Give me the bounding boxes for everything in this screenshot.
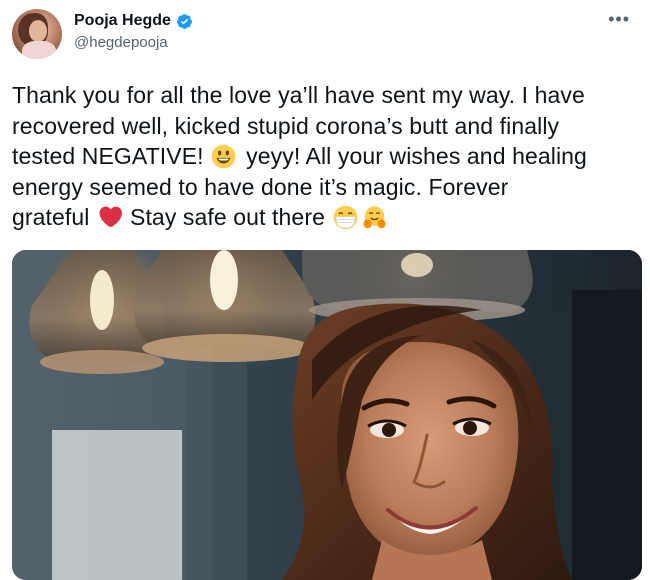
more-options-icon[interactable]: ••• <box>608 10 630 28</box>
author-name-row: Pooja Hegde <box>74 11 193 31</box>
tweet-text-segment: grateful <box>12 204 90 230</box>
tweet-text-line-2: recovered well, kicked stupid corona’s b… <box>12 112 560 139</box>
author-display-name[interactable]: Pooja Hegde <box>74 11 171 31</box>
tweet-text-line-3: tested NEGATIVE! yeyy! All your wishes a… <box>12 141 642 172</box>
tweet-text-line-4: energy seemed to have done it’s magic. F… <box>12 173 509 200</box>
tweet-text-line-1: Thank you for all the love ya’ll have se… <box>12 82 585 108</box>
verified-badge-icon <box>176 13 192 29</box>
hugging-face-emoji-icon <box>363 206 386 229</box>
photo-portrait-icon <box>12 250 642 580</box>
grinning-face-emoji-icon <box>211 144 235 169</box>
tweet-text-segment: yeyy! All your wishes and healing <box>239 143 587 169</box>
tweet-card[interactable]: Pooja Hegde @hegdepooja ••• Thank you fo… <box>0 0 650 580</box>
author-avatar[interactable] <box>12 9 62 59</box>
tweet-text-segment: tested NEGATIVE! <box>12 143 204 169</box>
author-handle[interactable]: @hegdepooja <box>74 34 168 52</box>
tweet-text-line-5: grateful Stay safe out there <box>12 202 642 233</box>
tweet-text-segment: Stay safe out there <box>123 204 325 230</box>
face-with-medical-mask-emoji-icon <box>333 205 358 230</box>
tweet-text: Thank you for all the love ya’ll have se… <box>12 80 642 233</box>
tweet-photo[interactable] <box>12 250 642 580</box>
red-heart-emoji-icon <box>99 206 122 228</box>
